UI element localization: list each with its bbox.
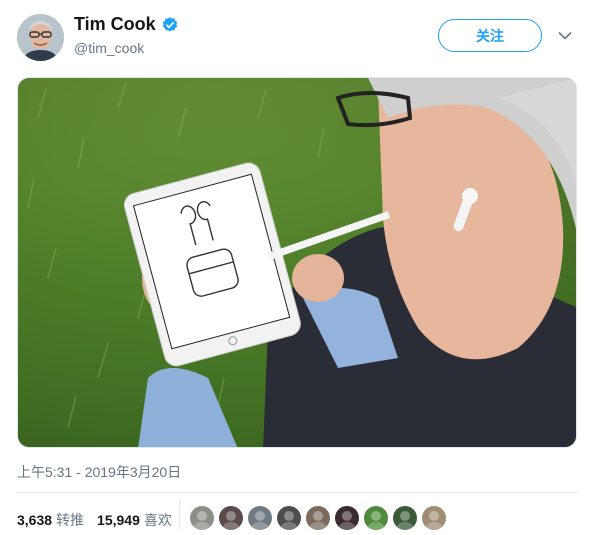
tweet-header: Tim Cook @tim_cook 关注 xyxy=(0,0,593,70)
liker-avatar[interactable] xyxy=(219,506,243,530)
likes-label: 喜欢 xyxy=(143,512,172,528)
tweet-stats: 3,638 转推 15,949 喜欢 xyxy=(17,510,185,530)
liker-avatar[interactable] xyxy=(364,506,388,530)
follow-button[interactable]: 关注 xyxy=(438,19,542,52)
user-handle[interactable]: @tim_cook xyxy=(74,40,144,56)
stats-separator xyxy=(179,500,180,530)
liker-avatar[interactable] xyxy=(393,506,417,530)
divider xyxy=(17,492,577,493)
tweet-photo[interactable] xyxy=(17,77,577,448)
tweet-timestamp[interactable]: 上午5:31 - 2019年3月20日 xyxy=(17,462,181,482)
liker-avatar[interactable] xyxy=(277,506,301,530)
photo-image xyxy=(18,78,576,447)
liker-avatar[interactable] xyxy=(248,506,272,530)
likers-avatars xyxy=(190,506,451,530)
liker-avatar[interactable] xyxy=(306,506,330,530)
likes-count: 15,949 xyxy=(97,512,140,528)
liker-avatar[interactable] xyxy=(190,506,214,530)
liker-avatar[interactable] xyxy=(422,506,446,530)
retweets-stat[interactable]: 3,638 转推 xyxy=(17,510,84,530)
likes-stat[interactable]: 15,949 喜欢 xyxy=(97,510,172,530)
display-name[interactable]: Tim Cook xyxy=(74,14,179,35)
retweets-label: 转推 xyxy=(56,512,85,528)
retweets-count: 3,638 xyxy=(17,512,53,528)
chevron-down-icon[interactable] xyxy=(558,30,572,42)
avatar[interactable] xyxy=(17,14,64,61)
liker-avatar[interactable] xyxy=(335,506,359,530)
avatar-image xyxy=(17,14,64,61)
display-name-text: Tim Cook xyxy=(74,14,156,34)
verified-badge-icon xyxy=(162,16,177,32)
